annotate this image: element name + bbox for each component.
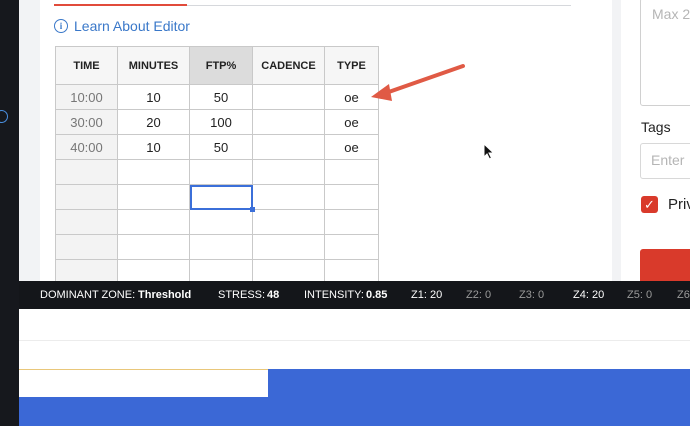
tab-bar-divider: [187, 5, 571, 6]
type-cell[interactable]: oe: [324, 109, 379, 135]
stress-label: STRESS:: [218, 289, 266, 301]
type-cell[interactable]: [324, 159, 379, 185]
ftp-cell[interactable]: 100: [189, 109, 253, 135]
table-row: [55, 159, 379, 185]
description-placeholder: Max 2: [652, 6, 690, 22]
stress-value: 48: [267, 289, 280, 301]
cadence-cell[interactable]: [252, 209, 325, 235]
cadence-cell[interactable]: [252, 134, 325, 160]
ftp-cell-selected[interactable]: [189, 184, 255, 212]
zone-6: Z6: [677, 289, 690, 301]
zone-2: Z2: 0: [466, 289, 492, 301]
type-cell[interactable]: oe: [324, 84, 379, 110]
table-row: 30:00 20 100 oe: [55, 109, 379, 135]
minutes-cell[interactable]: [117, 209, 190, 235]
cadence-cell[interactable]: [252, 109, 325, 135]
table-row: [55, 209, 379, 235]
cadence-cell[interactable]: [252, 184, 325, 210]
time-cell: [55, 184, 118, 210]
type-cell[interactable]: [324, 209, 379, 235]
tags-placeholder: Enter: [651, 152, 685, 168]
divider: [19, 340, 690, 341]
learn-about-editor-link[interactable]: i Learn About Editor: [54, 16, 190, 36]
zone-3: Z3: 0: [519, 289, 545, 301]
type-cell[interactable]: oe: [324, 134, 379, 160]
dominant-zone-value: Threshold: [138, 289, 192, 301]
cadence-cell[interactable]: [252, 84, 325, 110]
column-header-type[interactable]: TYPE: [324, 46, 379, 85]
tags-label: Tags: [641, 119, 671, 135]
intensity-label: INTENSITY:: [304, 289, 364, 301]
time-cell: 40:00: [55, 134, 118, 160]
ftp-cell[interactable]: [189, 234, 253, 260]
graph-segment: [19, 369, 268, 397]
ftp-cell[interactable]: [189, 209, 253, 235]
ftp-cell[interactable]: 50: [189, 134, 253, 160]
save-button[interactable]: [640, 249, 690, 281]
private-label: Priv: [668, 196, 690, 213]
table-row: [55, 184, 379, 212]
zone-4: Z4: 20: [573, 289, 605, 301]
minutes-cell[interactable]: [117, 184, 190, 210]
minutes-cell[interactable]: [117, 234, 190, 260]
minutes-cell[interactable]: 10: [117, 84, 190, 110]
column-header-cadence[interactable]: CADENCE: [252, 46, 325, 85]
time-cell: [55, 209, 118, 235]
cadence-cell[interactable]: [252, 159, 325, 185]
check-icon: ✓: [644, 197, 655, 212]
intensity-value: 0.85: [366, 289, 388, 301]
table-row: 10:00 10 50 oe: [55, 84, 379, 110]
ftp-cell[interactable]: 50: [189, 84, 253, 110]
minutes-cell[interactable]: [117, 159, 190, 185]
info-icon[interactable]: [0, 110, 8, 123]
time-cell: [55, 159, 118, 185]
info-icon: i: [54, 19, 68, 33]
active-tab-indicator: [54, 4, 187, 6]
table-row: 40:00 10 50 oe: [55, 134, 379, 160]
minutes-cell[interactable]: 20: [117, 109, 190, 135]
dominant-zone-label: DOMINANT ZONE:: [40, 289, 136, 301]
time-cell: 10:00: [55, 84, 118, 110]
fill-handle[interactable]: [250, 207, 255, 212]
workout-status-bar: DOMINANT ZONE: Threshold STRESS: 48 INTE…: [19, 281, 690, 309]
zone-1: Z1: 20: [411, 289, 443, 301]
learn-link-label: Learn About Editor: [74, 18, 190, 34]
type-cell[interactable]: [324, 234, 379, 260]
workout-editor-table: TIME MINUTES FTP% CADENCE TYPE 10:00 10 …: [55, 46, 379, 285]
left-rail: [0, 0, 19, 426]
table-row: [55, 234, 379, 260]
mouse-cursor-icon: [483, 143, 495, 160]
column-header-ftp[interactable]: FTP%: [189, 46, 253, 85]
time-cell: 30:00: [55, 109, 118, 135]
cadence-cell[interactable]: [252, 234, 325, 260]
private-checkbox[interactable]: ✓: [641, 196, 658, 213]
column-header-time[interactable]: TIME: [55, 46, 118, 85]
column-header-minutes[interactable]: MINUTES: [117, 46, 190, 85]
minutes-cell[interactable]: 10: [117, 134, 190, 160]
time-cell: [55, 234, 118, 260]
ftp-cell[interactable]: [189, 159, 253, 185]
type-cell[interactable]: [324, 184, 379, 210]
zone-5: Z5: 0: [627, 289, 653, 301]
content-band: [19, 309, 690, 369]
